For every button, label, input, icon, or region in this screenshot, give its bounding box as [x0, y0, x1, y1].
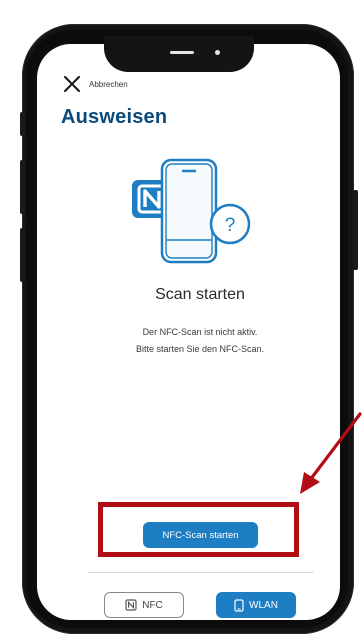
start-nfc-scan-button[interactable]: NFC-Scan starten: [143, 522, 258, 548]
phone-icon: [234, 598, 244, 612]
tab-nfc[interactable]: NFC: [104, 592, 184, 618]
nfc-icon: [125, 599, 137, 611]
annotation-arrow: [300, 412, 362, 494]
page-title: Ausweisen: [61, 106, 168, 128]
tab-nfc-label: NFC: [142, 599, 163, 611]
speaker-grille: [170, 51, 194, 54]
cancel-link[interactable]: Abbrechen: [89, 80, 128, 89]
volume-down-button: [20, 228, 25, 282]
svg-text:?: ?: [225, 215, 236, 236]
mute-switch: [20, 112, 25, 136]
tab-wlan[interactable]: WLAN: [216, 592, 296, 618]
power-button: [353, 190, 358, 270]
scan-heading: Scan starten: [155, 286, 245, 303]
footer-divider: [88, 572, 314, 573]
close-icon[interactable]: [63, 75, 81, 93]
notch: [104, 36, 254, 72]
front-camera: [215, 50, 220, 55]
description-line-2: Bitte starten Sie den NFC-Scan.: [135, 344, 265, 354]
question-badge-icon: ?: [209, 203, 251, 245]
nfc-phone-illustration: ?: [132, 158, 251, 264]
smartphone-icon: [160, 158, 218, 264]
stage: Abbrechen Ausweisen ? Scan starten Der N…: [0, 0, 363, 642]
scan-description: Der NFC-Scan ist nicht aktiv. Bitte star…: [80, 324, 320, 358]
volume-up-button: [20, 160, 25, 214]
description-line-1: Der NFC-Scan ist nicht aktiv.: [142, 327, 258, 337]
tab-wlan-label: WLAN: [249, 599, 278, 611]
